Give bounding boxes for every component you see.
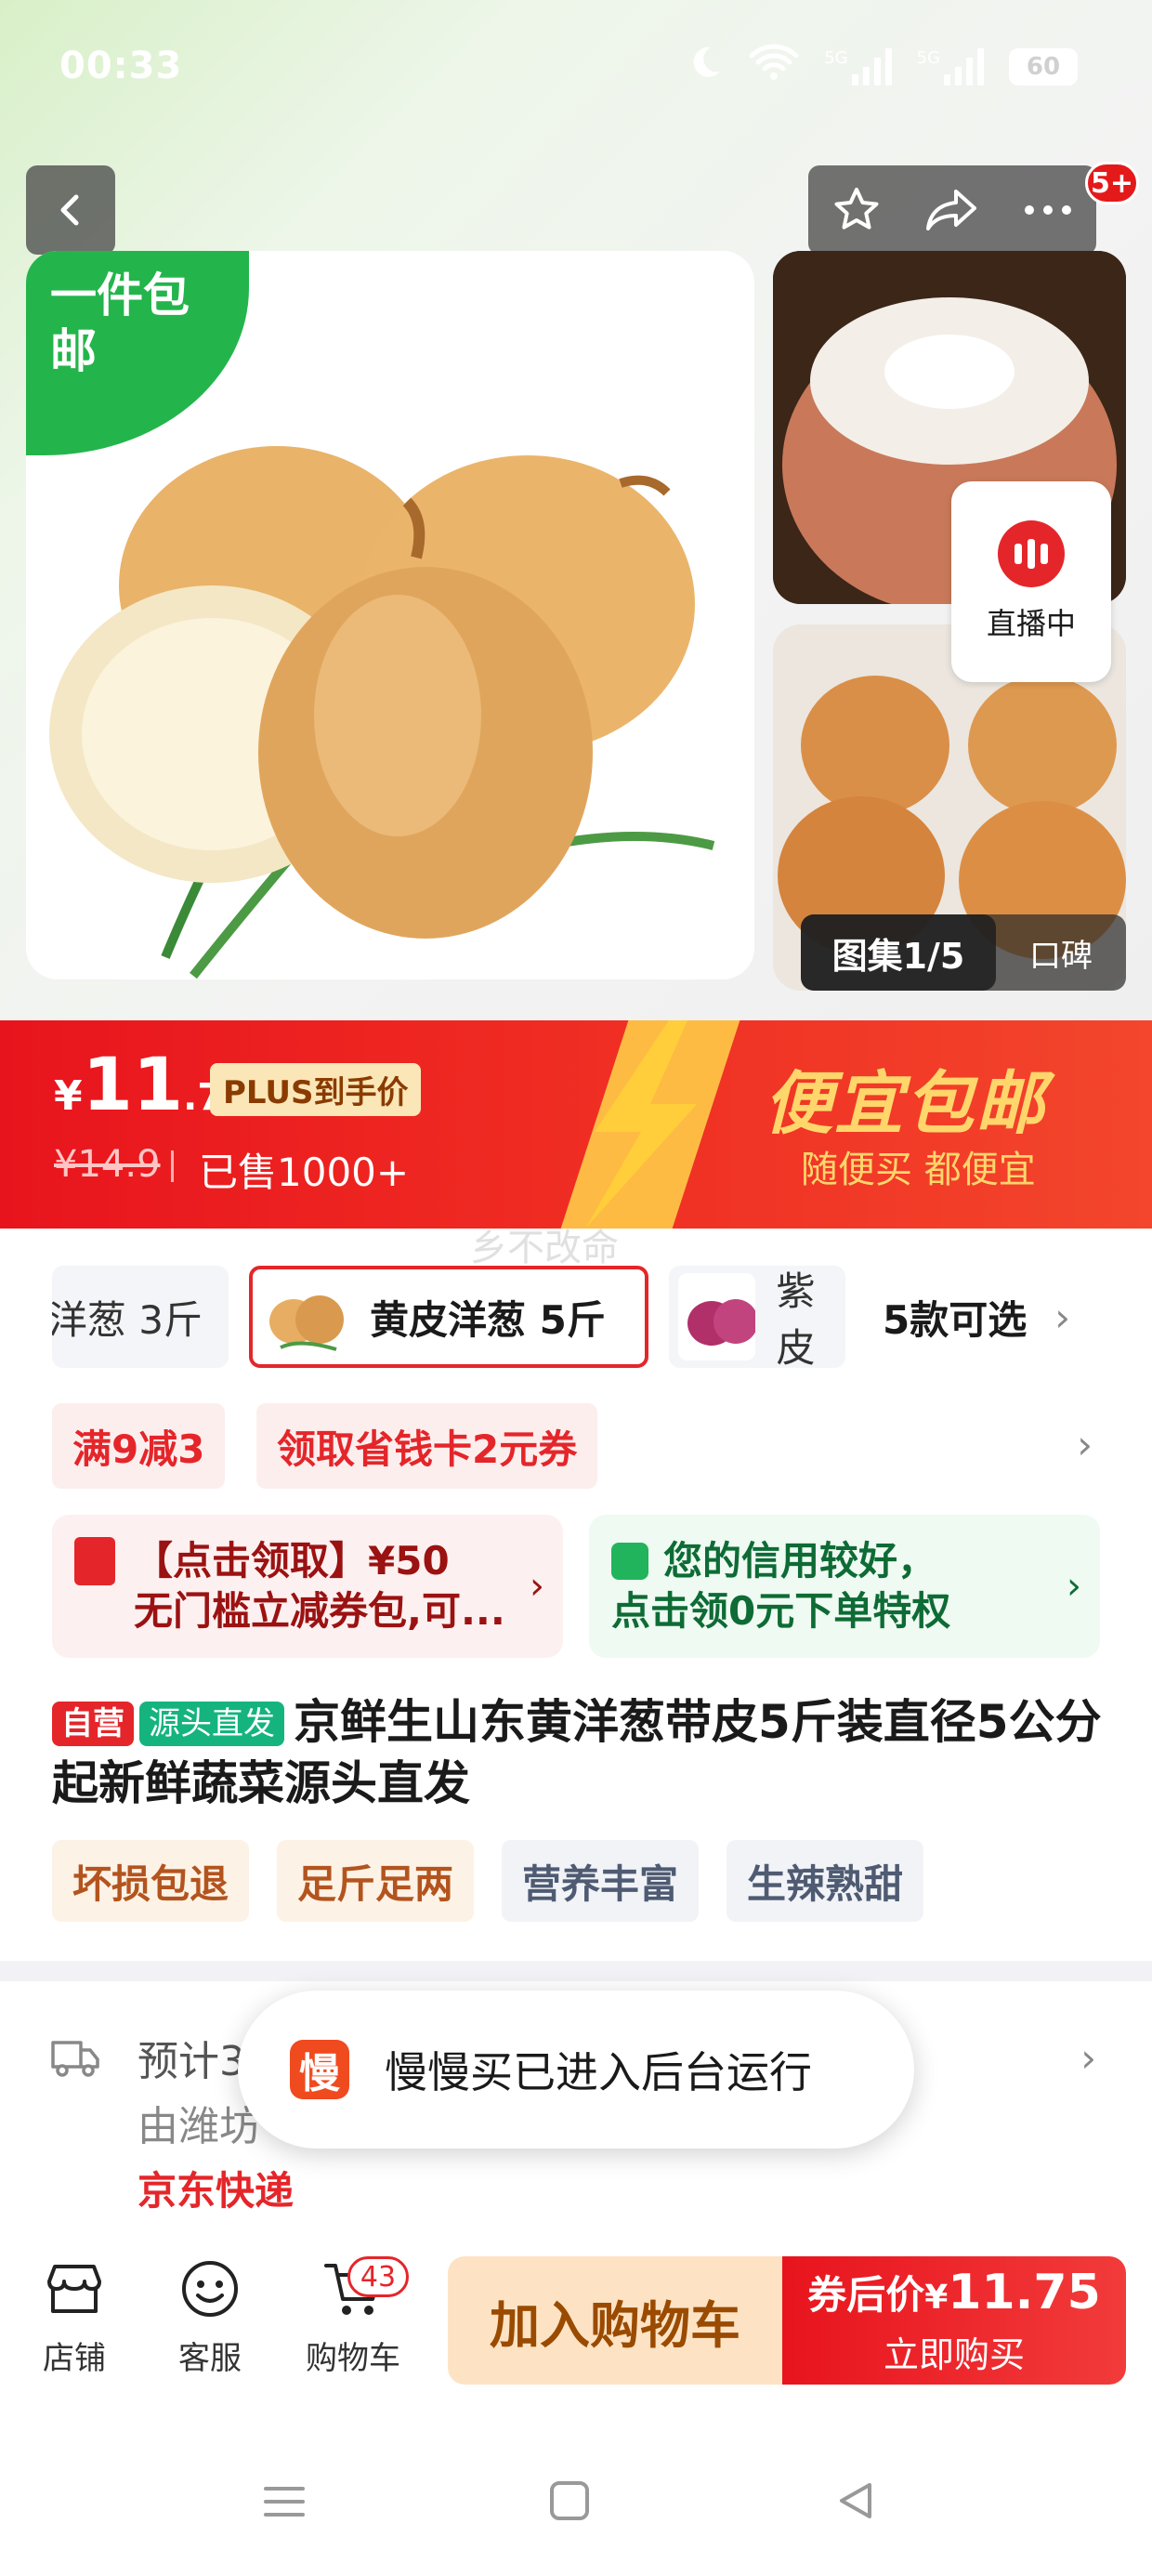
sku-thumb-yellow-onion	[262, 1273, 349, 1360]
feature-tag: 足斤足两	[277, 1840, 475, 1922]
self-operated-tag: 自营	[52, 1702, 134, 1746]
sku-option[interactable]: 紫皮	[669, 1266, 845, 1368]
sku-thumb-red-onion	[678, 1273, 756, 1360]
coupon-savings-card[interactable]: 领取省钱卡2元券	[256, 1403, 598, 1489]
cart-label: 购物车	[306, 2340, 400, 2377]
buy-now-label: 立即购买	[883, 2334, 1025, 2375]
sku-option-selected[interactable]: 黄皮洋葱 5斤	[249, 1266, 648, 1368]
courier-name: 京东快递	[137, 2168, 295, 2214]
product-title-block: 自营 源头直发 京鲜生山东黄洋葱带皮5斤装直径5公分起新鲜蔬菜源头直发	[52, 1691, 1102, 1814]
chevron-right-icon: ›	[1067, 1565, 1081, 1608]
background-running-toast: 慢 慢慢买已进入后台运行	[238, 1991, 914, 2149]
shop-icon	[42, 2256, 107, 2321]
credit-line1: 您的信用较好，	[663, 1538, 937, 1584]
coupon-discount[interactable]: 满9减3	[52, 1403, 226, 1489]
credit-card[interactable]: 您的信用较好， 点击领0元下单特权 ›	[589, 1515, 1100, 1658]
plus-price-tag: PLUS到手价	[210, 1063, 422, 1116]
star-icon	[834, 188, 879, 230]
buy-price: 券后价 ¥11.75	[807, 2265, 1101, 2320]
add-to-cart-button[interactable]: 加入购物车	[448, 2256, 782, 2385]
watermark-text: 乡不改命	[470, 1227, 619, 1269]
feature-tag: 营养丰富	[502, 1840, 700, 1922]
toast-text: 慢慢买已进入后台运行	[385, 2047, 812, 2097]
gallery-switcher: 图集1/5 口碑	[801, 914, 1126, 991]
promo-subtitle: 随便买 都便宜	[801, 1149, 1036, 1191]
message-badge: 5+	[1085, 162, 1139, 204]
sold-count: 已售1000+	[199, 1150, 410, 1195]
buy-now-button[interactable]: 券后价 ¥11.75 立即购买	[782, 2256, 1126, 2385]
back-nav-icon[interactable]	[834, 2479, 877, 2526]
menu-icon[interactable]	[262, 2479, 307, 2528]
lightning-icon	[585, 1020, 697, 1229]
app-icon: 慢	[290, 2040, 349, 2099]
reviews-label: 口碑	[1029, 937, 1093, 975]
shop-button[interactable]: 店铺	[19, 2256, 130, 2378]
chevron-right-icon[interactable]: ›	[1077, 1422, 1093, 1467]
original-price: ¥14.9	[54, 1143, 161, 1186]
credit-line2: 点击领0元下单特权	[611, 1588, 951, 1634]
section-divider	[0, 1961, 1152, 1981]
more-icon	[1025, 205, 1072, 215]
live-icon	[998, 520, 1065, 587]
customer-service-button[interactable]: 客服	[154, 2256, 266, 2378]
coupon-row: 满9减3 领取省钱卡2元券 ›	[52, 1403, 1102, 1489]
moon-icon	[687, 44, 724, 89]
status-time: 00:33	[59, 45, 183, 87]
delivery-origin: 由潍坊	[137, 2103, 260, 2150]
chevron-right-icon: ›	[530, 1565, 544, 1608]
sku-label: 紫皮	[776, 1268, 816, 1368]
shop-label: 店铺	[43, 2340, 106, 2377]
feature-tags: 坏损包退 足斤足两 营养丰富 生辣熟甜	[52, 1840, 924, 1922]
sku-option[interactable]: 洋葱 3斤	[52, 1266, 229, 1368]
gallery-counter-tab[interactable]: 图集1/5	[801, 914, 996, 991]
more-button[interactable]	[1006, 168, 1090, 252]
chevron-right-icon: ›	[1054, 1294, 1070, 1340]
delivery-estimate: 预计3	[137, 2038, 245, 2085]
live-stream-button[interactable]: 直播中	[951, 481, 1111, 682]
system-navigation-bar	[0, 2435, 1152, 2576]
back-button[interactable]	[26, 165, 115, 255]
feature-tag: 坏损包退	[52, 1840, 250, 1922]
status-icons: 5G 5G 60	[687, 43, 1078, 90]
chevron-left-icon	[60, 194, 79, 226]
voucher-icon	[74, 1537, 115, 1585]
wifi-icon	[748, 43, 800, 90]
voucher-line2: 无门槛立减券包,可...	[134, 1588, 505, 1634]
price-separator	[171, 1150, 174, 1182]
feature-tag: 生辣熟甜	[727, 1840, 924, 1922]
cart-count-badge: 43	[347, 2256, 409, 2297]
sku-label: 黄皮洋葱 5斤	[370, 1296, 606, 1343]
sku-label: 洋葱 3斤	[52, 1296, 203, 1343]
sku-more-label: 5款可选	[882, 1296, 1028, 1343]
home-icon[interactable]	[548, 2479, 591, 2526]
service-icon	[177, 2256, 242, 2321]
main-product-image[interactable]: 一件包邮	[26, 251, 754, 979]
share-button[interactable]	[910, 168, 994, 252]
source-direct-tag: 源头直发	[139, 1702, 284, 1746]
favorite-button[interactable]	[815, 168, 898, 252]
header-actions	[808, 165, 1096, 255]
sku-selector: 洋葱 3斤 黄皮洋葱 5斤 紫皮 5款可选 ›	[52, 1266, 1111, 1372]
promo-title: 便宜包邮	[764, 1064, 1046, 1144]
chevron-right-icon: ›	[1080, 2035, 1096, 2081]
credit-bag-icon	[611, 1543, 648, 1580]
signal-icon-1: 5G	[824, 47, 892, 85]
share-icon	[925, 190, 976, 230]
signal-icon-2: 5G	[917, 47, 985, 85]
ribbon-text: 一件包邮	[50, 269, 190, 378]
voucher-card[interactable]: 【点击领取】¥50 无门槛立减券包,可... ›	[52, 1515, 563, 1658]
live-label: 直播中	[986, 606, 1076, 641]
price-banner: ¥ 11 .75 PLUS到手价 ¥14.9 已售1000+ 便宜包邮 随便买 …	[0, 1020, 1152, 1229]
service-label: 客服	[178, 2340, 242, 2377]
voucher-line1: 【点击领取】¥50	[134, 1538, 450, 1584]
sku-more-button[interactable]: 5款可选 ›	[883, 1266, 1070, 1368]
truck-icon	[51, 2041, 99, 2077]
battery-icon: 60	[1009, 47, 1078, 85]
reviews-tab[interactable]: 口碑	[996, 930, 1126, 976]
